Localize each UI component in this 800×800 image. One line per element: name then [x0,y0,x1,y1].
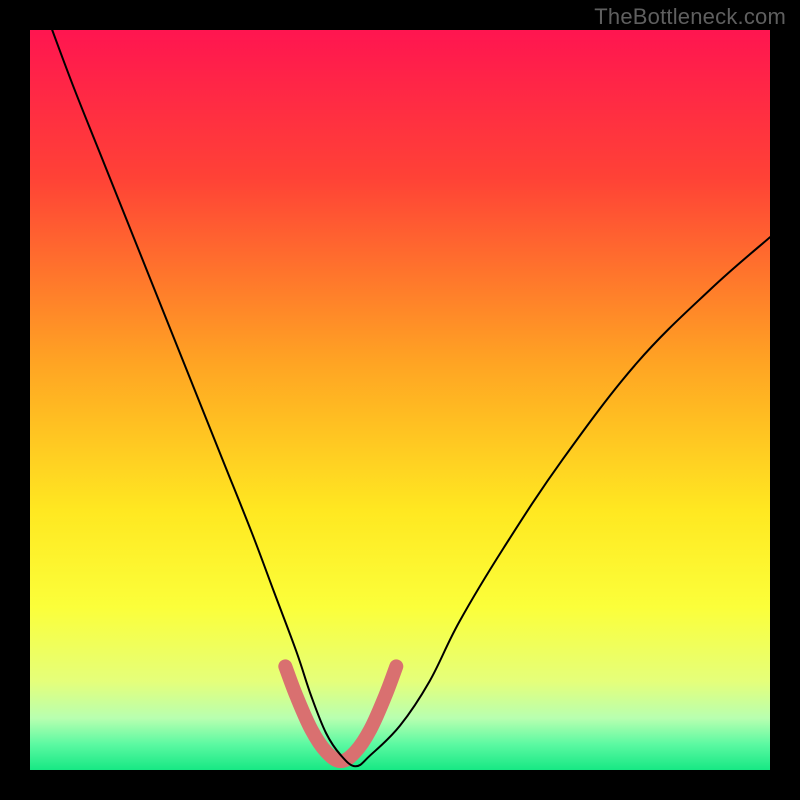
plot-background [30,30,770,770]
watermark-text: TheBottleneck.com [594,4,786,30]
bottleneck-chart [0,0,800,800]
chart-frame: TheBottleneck.com [0,0,800,800]
